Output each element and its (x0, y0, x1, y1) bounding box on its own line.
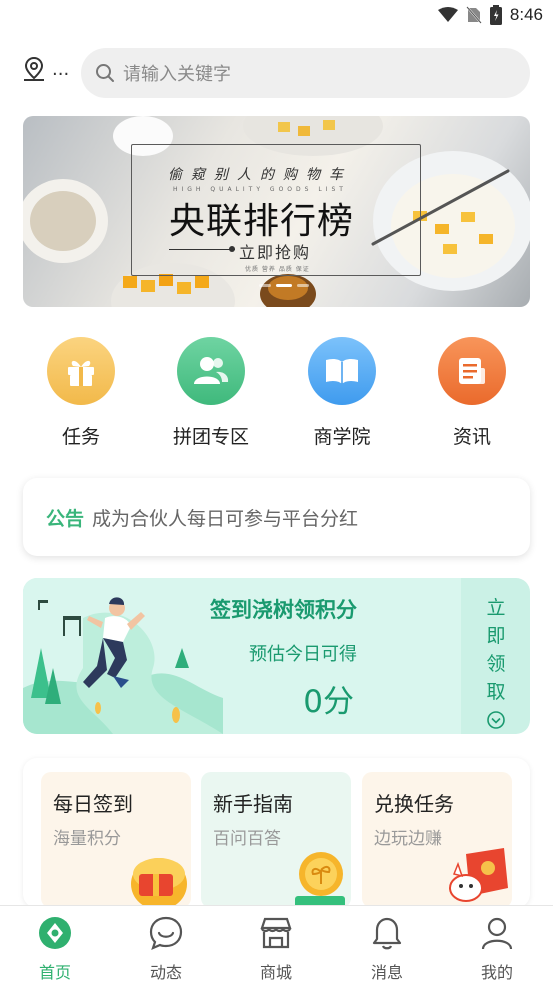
banner-divider (169, 249, 235, 250)
nav-label: 动态 (149, 963, 182, 982)
promo-banner[interactable]: 偷窥别人的购物车 HIGH QUALITY GOODS LIST 央联排行榜 立… (23, 116, 530, 307)
category-group-buy[interactable]: 拼团专区 (156, 337, 266, 449)
bottom-nav: 首页 动态 商城 消息 我的 (0, 905, 553, 983)
location-selector[interactable]: ... (22, 56, 69, 82)
nav-label: 首页 (38, 963, 71, 982)
category-academy[interactable]: 商学院 (287, 337, 397, 449)
task-subtitle: 边玩边赚 (374, 829, 442, 849)
chat-smile-icon (111, 916, 221, 950)
location-pin-icon (24, 56, 44, 81)
status-icons: 8:46 (437, 4, 543, 26)
category-label: 任务 (61, 426, 100, 448)
task-subtitle: 百问百答 (213, 829, 281, 849)
signin-main: 签到浇树领积分 预估今日可得 0分 (23, 578, 461, 734)
category-label: 拼团专区 (172, 426, 249, 448)
gift-icon (47, 337, 115, 405)
wifi-icon (437, 7, 458, 22)
task-subtitle: 海量积分 (53, 829, 121, 849)
group-users-icon (177, 337, 245, 405)
nav-label: 消息 (370, 963, 403, 982)
search-input[interactable]: 请输入关键字 (81, 48, 530, 98)
search-placeholder: 请输入关键字 (123, 64, 231, 85)
banner-subtitle: 偷窥别人的购物车 (168, 167, 352, 183)
banner-micro-text: 优质 营养 品质 保证 (245, 266, 310, 273)
banner-indicator-active[interactable] (276, 284, 292, 287)
nav-feed[interactable]: 动态 (111, 916, 221, 983)
nav-profile[interactable]: 我的 (442, 916, 552, 983)
bell-icon (332, 916, 442, 950)
task-card-daily-signin[interactable]: 每日签到 海量积分 (41, 772, 191, 908)
banner-indicator[interactable] (297, 284, 309, 287)
task-title: 兑换任务 (374, 792, 454, 816)
user-icon (442, 916, 552, 950)
announcement-bar[interactable]: 公告 成为合伙人每日可参与平台分红 (23, 478, 530, 556)
battery-icon (489, 5, 502, 25)
red-envelope-icon (449, 848, 508, 902)
task-card-beginner-guide[interactable]: 新手指南 百问百答 (201, 772, 351, 908)
claim-char: 即 (486, 625, 506, 647)
shop-icon (221, 916, 331, 950)
task-card-exchange[interactable]: 兑换任务 边玩边赚 (362, 772, 512, 908)
announcement-tag: 公告 (46, 507, 85, 530)
search-icon (96, 64, 114, 82)
category-row: 任务 拼团专区 商学院 资讯 (0, 337, 553, 452)
category-task[interactable]: 任务 (26, 337, 136, 449)
nav-messages[interactable]: 消息 (332, 916, 442, 983)
location-text: ... (52, 58, 70, 80)
book-icon (308, 337, 376, 405)
home-compass-icon (0, 916, 110, 950)
coin-sprout-icon (295, 852, 345, 908)
header: ... 请输入关键字 (0, 46, 553, 100)
claim-char: 立 (486, 597, 506, 619)
nav-mall[interactable]: 商城 (221, 916, 331, 983)
category-label: 资讯 (452, 426, 491, 448)
nav-home[interactable]: 首页 (0, 916, 110, 983)
task-title: 新手指南 (213, 792, 293, 816)
no-sim-icon (466, 6, 482, 24)
status-bar: 8:46 (0, 0, 553, 32)
chevron-down-circle-icon (487, 711, 505, 729)
signin-title: 签到浇树领积分 (210, 598, 357, 622)
claim-now-button[interactable]: 立 即 领 取 (462, 578, 530, 734)
gift-egg-icon (131, 858, 187, 908)
announcement-text: 成为合伙人每日可参与平台分红 (92, 507, 359, 530)
banner-indicator[interactable] (259, 284, 271, 287)
claim-char: 领 (486, 653, 506, 675)
signin-estimate-label: 预估今日可得 (249, 644, 357, 665)
claim-char: 取 (486, 681, 506, 703)
banner-title: 央联排行榜 (169, 201, 355, 242)
task-cards: 每日签到 海量积分 新手指南 百问百答 兑换任务 边玩边赚 (23, 758, 530, 908)
banner-cta: 立即抢购 (239, 243, 312, 262)
banner-indicators (259, 284, 309, 287)
nav-label: 我的 (480, 963, 513, 982)
task-title: 每日签到 (53, 792, 133, 816)
signin-card[interactable]: 签到浇树领积分 预估今日可得 0分 立 即 领 取 (23, 578, 530, 734)
nav-label: 商城 (259, 963, 292, 982)
banner-dot (229, 246, 235, 252)
category-label: 商学院 (313, 426, 371, 448)
category-news[interactable]: 资讯 (417, 337, 527, 449)
news-icon (438, 337, 506, 405)
status-time: 8:46 (509, 5, 543, 24)
signin-points: 0分 (303, 684, 354, 720)
